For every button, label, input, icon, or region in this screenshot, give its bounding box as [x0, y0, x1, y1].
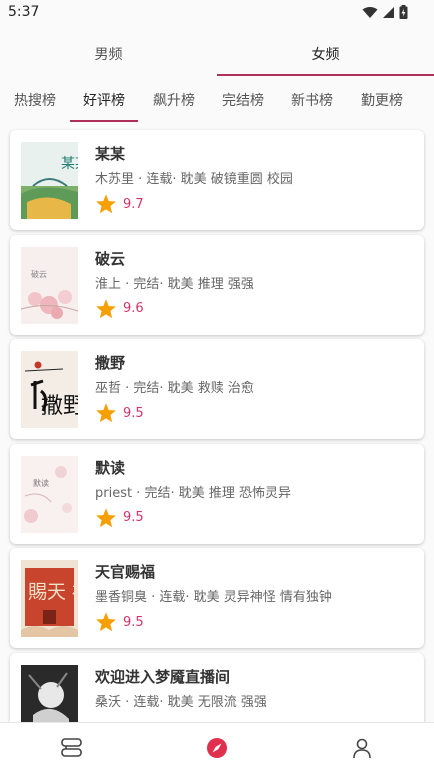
tab-male-label: 男频	[94, 47, 123, 63]
tab-rising-label: 飙升榜	[153, 93, 195, 109]
book-title: 撒野	[95, 354, 126, 372]
book-card[interactable]: 撒野 撒野 巫哲 · 完结· 耽美 救赎 治愈 9.5	[10, 339, 424, 439]
book-title: 天官赐福	[95, 563, 156, 581]
cell-signal-icon	[383, 6, 394, 18]
nav-discover[interactable]	[145, 723, 290, 772]
book-title: 默读	[95, 458, 126, 477]
battery-icon	[399, 5, 408, 19]
tab-hot-search[interactable]: 热搜榜	[1, 84, 69, 122]
book-score: 9.7	[123, 196, 144, 212]
tab-frequent-updates[interactable]: 勤更榜	[348, 84, 416, 122]
book-cover-art: 破云	[21, 246, 78, 324]
book-meta: 巫哲 · 完结· 耽美 救赎 治愈	[95, 381, 254, 396]
book-card[interactable]: 賜天 福官 天官赐福 墨香铜臭 · 连载· 耽美 灵异神怪 情有独钟 9.5	[10, 548, 424, 648]
star-icon	[96, 194, 116, 214]
tab-completed[interactable]: 完结榜	[209, 84, 277, 122]
book-cover-art: 賜天 福官	[21, 560, 78, 637]
tab-male[interactable]: 男频	[0, 34, 217, 76]
tab-rising[interactable]: 飙升榜	[140, 84, 208, 122]
book-rating: 9.6	[95, 298, 144, 320]
tab-new-books-label: 新书榜	[291, 93, 333, 109]
book-cover: 默读	[21, 455, 78, 533]
book-meta: priest · 完结· 耽美 推理 恐怖灵异	[95, 485, 292, 501]
tab-top-rated-label: 好评榜	[83, 93, 125, 109]
book-rating: 9.5	[95, 402, 144, 424]
person-icon	[352, 738, 371, 758]
compass-icon	[207, 737, 227, 758]
wifi-icon	[362, 6, 378, 18]
nav-bookshelf[interactable]	[0, 723, 145, 772]
book-cover: 撒野	[21, 351, 78, 428]
tab-new-books[interactable]: 新书榜	[278, 84, 346, 122]
book-rating: 9.5	[95, 611, 144, 633]
book-meta: 木苏里 · 连载· 耽美 破镜重圆 校园	[95, 172, 293, 187]
book-score: 9.6	[123, 301, 144, 316]
book-meta: 淮上 · 完结· 耽美 推理 强强	[95, 276, 254, 292]
book-cover-title: 默读	[33, 478, 49, 488]
book-cover: 破云	[21, 246, 78, 324]
book-title: 某某	[95, 145, 126, 163]
status-icons	[362, 5, 408, 19]
book-cover: 某某	[21, 142, 78, 219]
nav-profile[interactable]	[289, 723, 434, 772]
tab-hot-search-label: 热搜榜	[14, 93, 56, 109]
book-meta: 墨香铜臭 · 连载· 耽美 灵异神怪 情有独钟	[95, 590, 332, 605]
book-cover-title: 撒野	[41, 394, 78, 419]
tab-completed-label: 完结榜	[222, 93, 264, 109]
book-rating: 9.5	[95, 507, 144, 529]
star-icon	[96, 612, 116, 632]
star-icon	[96, 507, 116, 527]
tab-top-rated[interactable]: 好评榜	[70, 84, 138, 122]
book-cover-art: 默读	[21, 455, 78, 533]
gender-tabs: 男频 女频	[0, 34, 434, 76]
bottom-navigation	[0, 722, 434, 772]
book-score: 9.5	[123, 405, 144, 421]
book-cover-title: 某某	[61, 156, 78, 172]
book-cover-title: 賜天 福官	[28, 581, 78, 603]
book-title: 破云	[95, 249, 126, 268]
book-list: 某某 某某 木苏里 · 连载· 耽美 破镜重圆 校园 9.7 破云 破云	[10, 130, 424, 757]
status-bar: 5:37	[0, 0, 434, 26]
ranking-tabs: 热搜榜 好评榜 飙升榜 完结榜 新书榜 勤更榜	[0, 84, 434, 122]
book-score: 9.5	[123, 510, 144, 525]
star-icon	[96, 298, 116, 318]
tab-frequent-updates-label: 勤更榜	[361, 93, 403, 109]
tab-female-label: 女频	[311, 47, 340, 63]
book-card[interactable]: 默读 默读 priest · 完结· 耽美 推理 恐怖灵异 9.5	[10, 443, 424, 544]
book-cover-art: 某某	[21, 142, 78, 219]
book-cover-title: 破云	[31, 269, 47, 279]
status-time: 5:37	[8, 4, 40, 20]
book-meta: 桑沃 · 连载· 耽美 无限流 强强	[95, 694, 267, 710]
book-card[interactable]: 某某 某某 木苏里 · 连载· 耽美 破镜重圆 校园 9.7	[10, 130, 424, 230]
book-card[interactable]: 破云 破云 淮上 · 完结· 耽美 推理 强强 9.6	[10, 234, 424, 335]
book-cover-art: 撒野	[21, 351, 78, 428]
book-cover: 賜天 福官	[21, 560, 78, 637]
book-rating: 9.7	[95, 193, 144, 215]
book-score: 9.5	[123, 614, 144, 630]
star-icon	[96, 403, 116, 423]
bookshelf-icon	[61, 737, 83, 757]
tab-female[interactable]: 女频	[217, 34, 434, 76]
book-title: 欢迎进入梦魇直播间	[95, 667, 231, 686]
